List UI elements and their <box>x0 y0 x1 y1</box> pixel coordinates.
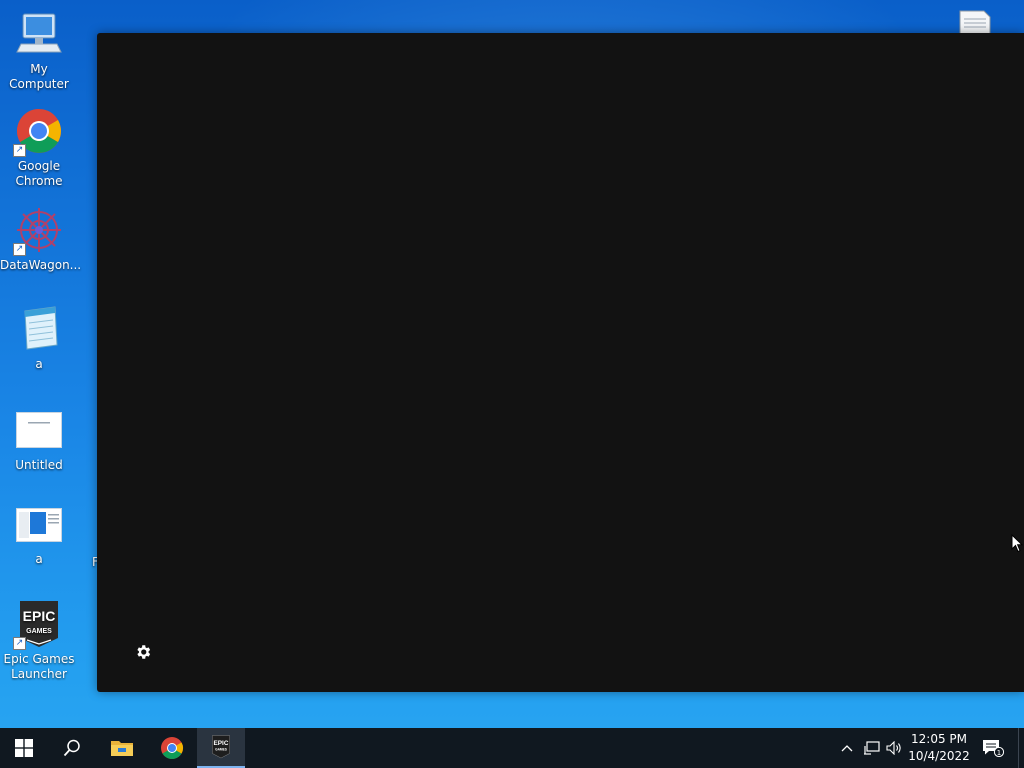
desktop-icon-document-partial[interactable] <box>958 9 992 36</box>
volume-icon <box>885 741 901 755</box>
mouse-cursor <box>1011 533 1024 557</box>
clock-time: 12:05 PM <box>911 732 967 746</box>
taskbar-epic-games-launcher[interactable]: EPIC GAMES <box>197 728 245 768</box>
epic-games-icon: EPIC GAMES <box>212 735 230 759</box>
desktop-icon-label: Untitled <box>15 458 63 472</box>
desktop-icon-untitled[interactable]: Untitled <box>0 412 78 473</box>
window-thumbnail-icon <box>15 508 63 546</box>
notification-count: 1 <box>997 749 1001 757</box>
desktop-icon-label: a <box>35 552 43 566</box>
svg-text:GAMES: GAMES <box>26 628 52 635</box>
taskbar: EPIC GAMES 12:05 PM 10/4/2022 1 <box>0 728 1024 768</box>
shortcut-arrow-icon: ↗ <box>13 637 26 650</box>
show-desktop-button[interactable] <box>1018 728 1024 768</box>
chrome-icon <box>161 737 183 759</box>
desktop-icon-label-line2: Launcher <box>11 667 67 681</box>
notepad-icon <box>15 305 63 353</box>
desktop-icon-label: My Computer <box>9 62 69 91</box>
clock-date: 10/4/2022 <box>908 749 970 763</box>
shortcut-arrow-icon: ↗ <box>13 144 26 157</box>
chevron-up-icon <box>841 745 853 752</box>
computer-icon <box>15 10 63 58</box>
taskbar-chrome[interactable] <box>148 728 196 768</box>
settings-button[interactable] <box>134 643 152 661</box>
desktop-icon-my-computer[interactable]: My Computer <box>0 10 78 92</box>
svg-text:EPIC: EPIC <box>23 608 56 624</box>
search-button[interactable] <box>48 728 96 768</box>
chrome-icon: ↗ <box>13 107 63 157</box>
desktop-icon-label: DataWagon... <box>0 258 82 272</box>
search-icon <box>63 739 80 757</box>
notification-icon: 1 <box>983 740 1004 757</box>
desktop-icon-label-line2: Chrome <box>15 174 63 188</box>
desktop-icon-label-line1: Google <box>17 159 61 173</box>
svg-text:GAMES: GAMES <box>215 748 227 752</box>
gear-icon <box>137 645 151 659</box>
tray-network-button[interactable] <box>860 728 882 768</box>
desktop-icon-label-line1: Epic Games <box>3 652 75 666</box>
epic-launcher-window[interactable] <box>97 33 1024 692</box>
tray-volume-button[interactable] <box>883 728 905 768</box>
desktop-icon-window-a[interactable]: a <box>0 508 78 567</box>
desktop-icon-label: a <box>35 357 43 371</box>
desktop-icon-datawagon[interactable]: ↗ DataWagon... <box>0 206 82 273</box>
tray-overflow-button[interactable] <box>837 728 857 768</box>
svg-text:EPIC: EPIC <box>214 740 229 747</box>
windows-logo-icon <box>15 739 33 757</box>
shortcut-arrow-icon: ↗ <box>13 243 26 256</box>
desktop-icon-google-chrome[interactable]: ↗ Google Chrome <box>0 107 78 189</box>
document-icon <box>959 10 991 36</box>
start-button[interactable] <box>0 728 48 768</box>
taskbar-clock[interactable]: 12:05 PM 10/4/2022 <box>906 731 972 765</box>
desktop-icon-notepad-a[interactable]: a <box>0 305 78 372</box>
taskbar-file-explorer[interactable] <box>98 728 146 768</box>
desktop-icon-epic-games-launcher[interactable]: EPIC GAMES ↗ Epic Games Launcher <box>0 600 78 682</box>
datawagon-icon: ↗ <box>13 206 63 256</box>
action-center-button[interactable]: 1 <box>978 728 1008 768</box>
network-icon <box>863 741 880 755</box>
epic-games-icon: EPIC GAMES ↗ <box>13 600 63 650</box>
document-thumbnail-icon <box>16 412 62 452</box>
file-explorer-icon <box>111 741 133 756</box>
